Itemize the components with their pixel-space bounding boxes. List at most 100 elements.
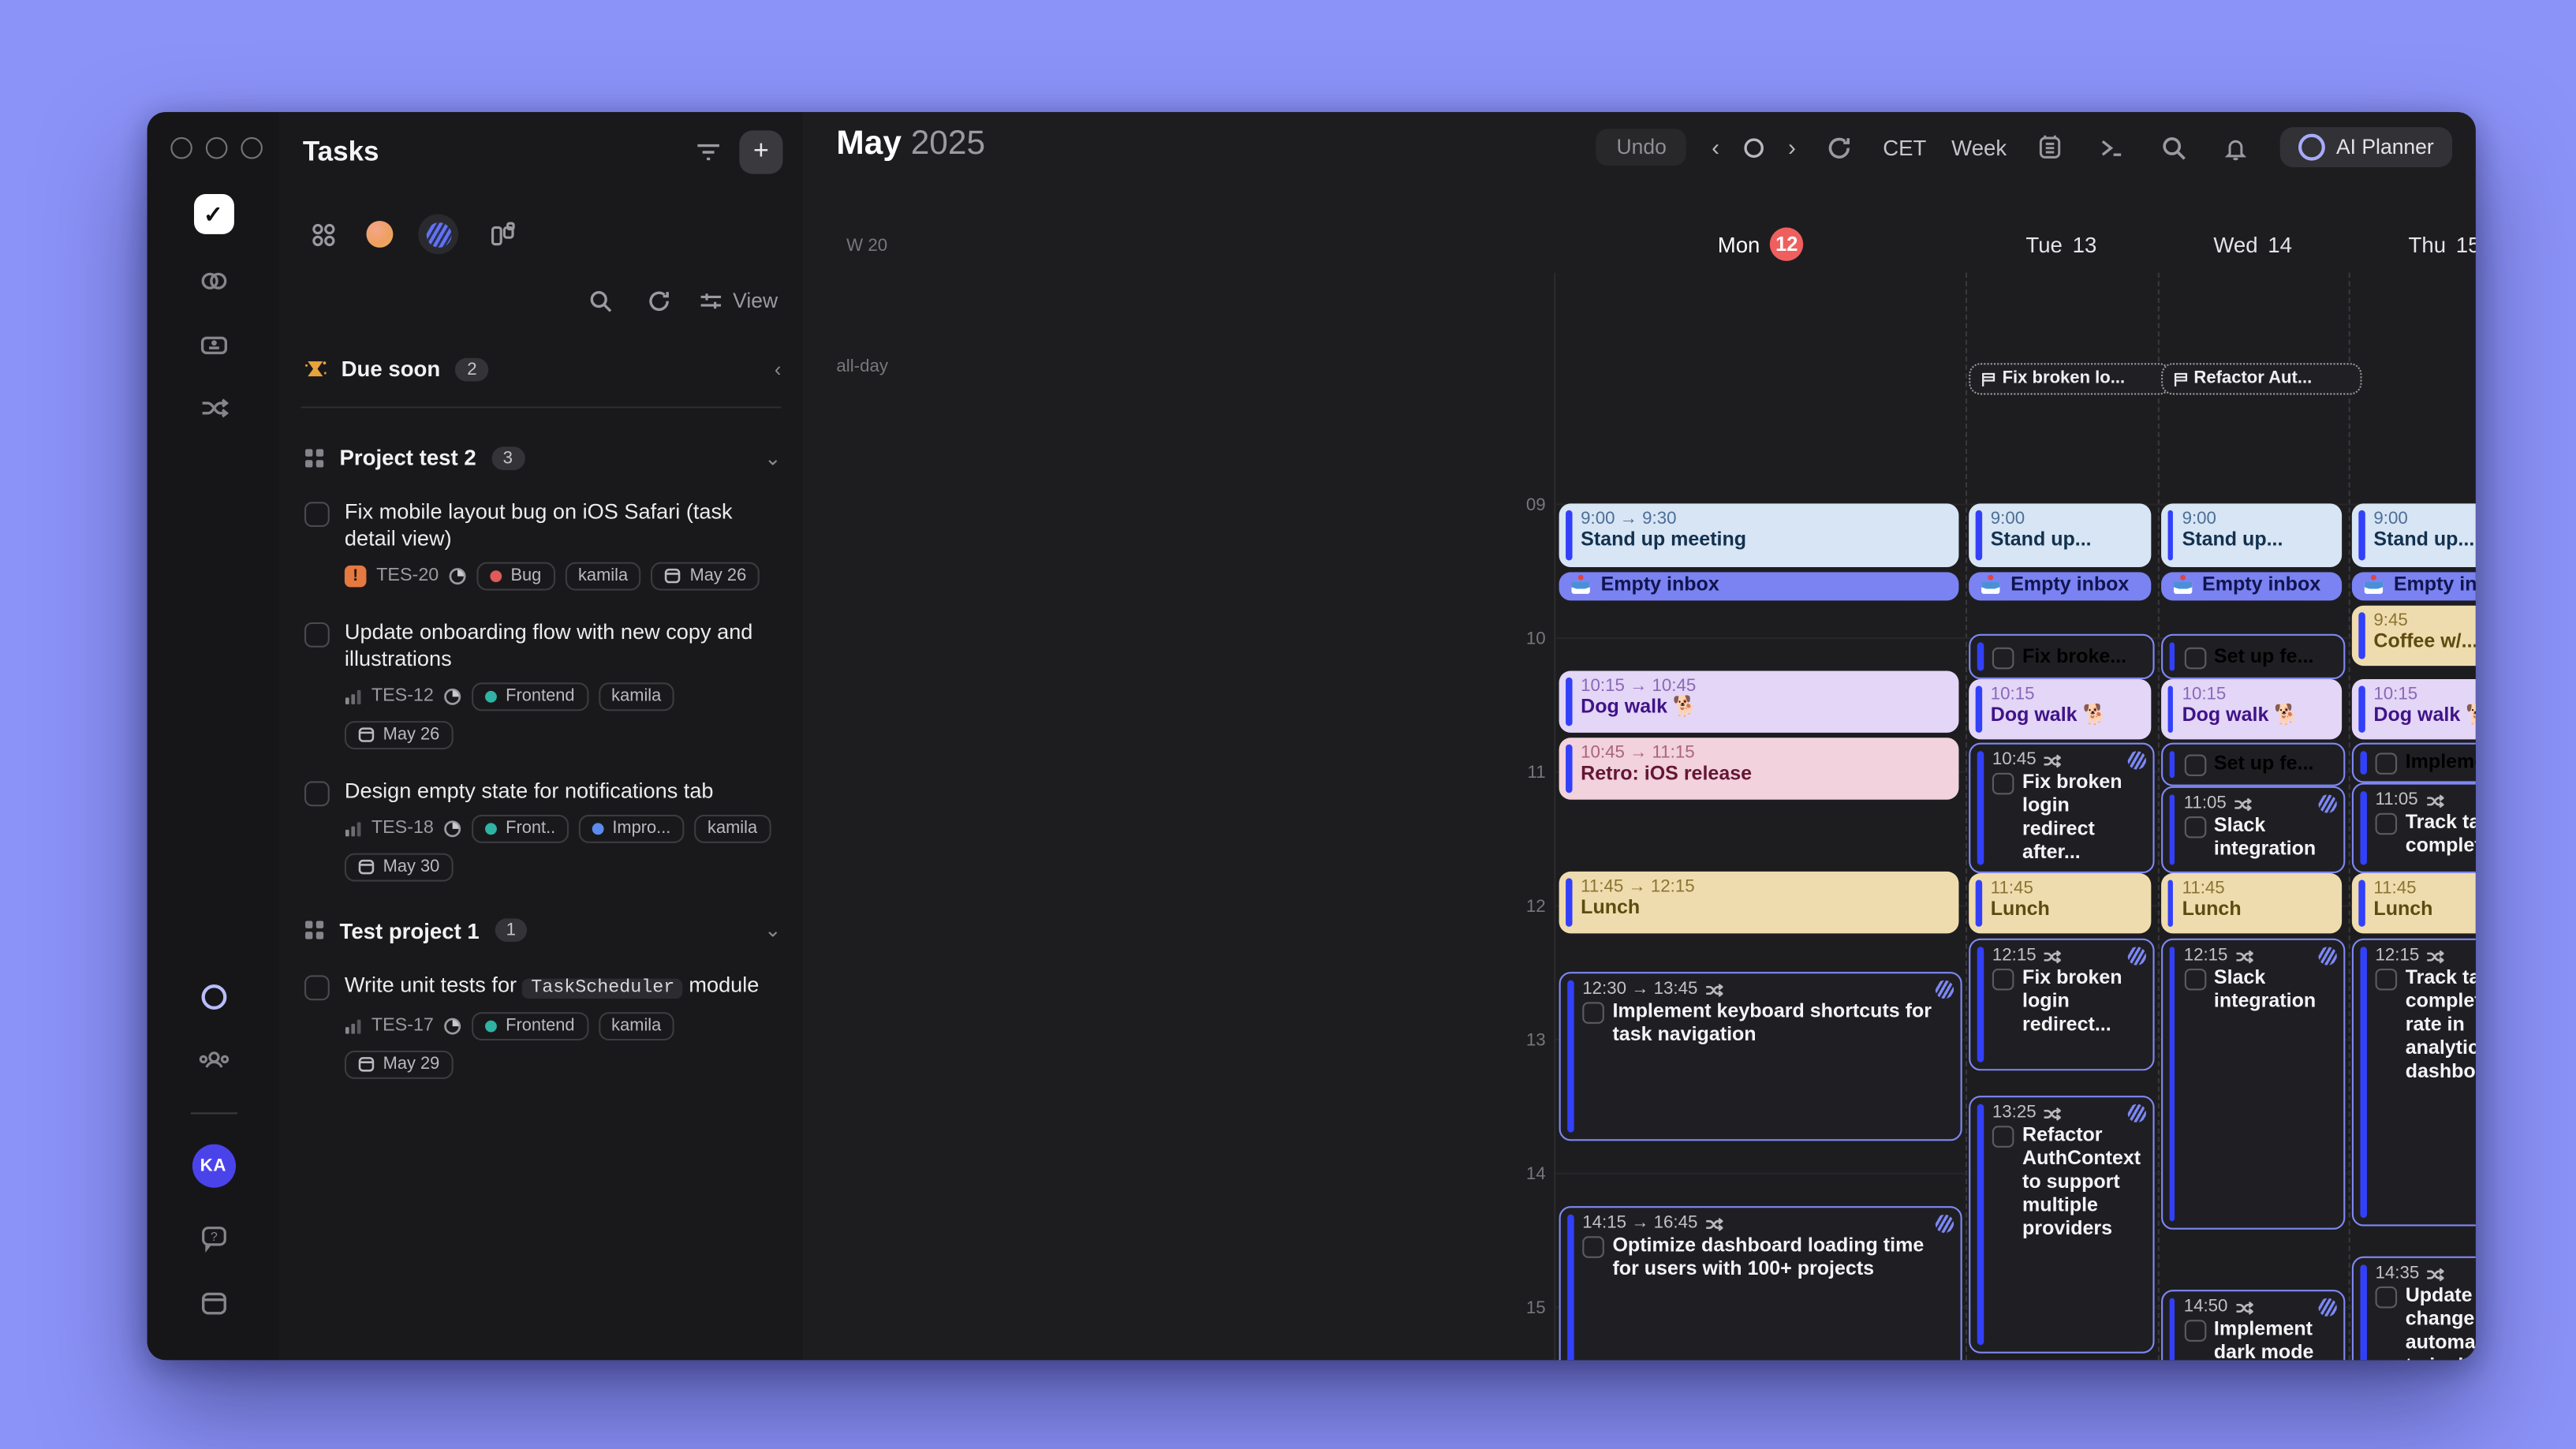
- day-header-thu[interactable]: Thu15: [2349, 226, 2476, 263]
- ai-planner-button[interactable]: AI Planner: [2279, 127, 2452, 167]
- timezone-label[interactable]: CET: [1883, 135, 1926, 160]
- workspace-linear-logo[interactable]: [418, 214, 458, 254]
- calendar-event[interactable]: 11:45Lunch: [2352, 873, 2476, 933]
- due-date-tag[interactable]: May 30: [345, 853, 453, 881]
- event-checkbox[interactable]: [2184, 1320, 2206, 1342]
- help-icon[interactable]: ?: [192, 1216, 235, 1260]
- task-row[interactable]: Design empty state for notifications tab…: [279, 778, 803, 881]
- section-header[interactable]: Project test 23⌄: [279, 445, 803, 470]
- task-event[interactable]: 12:15Track task completion rate in analy…: [2352, 939, 2476, 1227]
- calendar-event[interactable]: 9:00Stand up...: [2160, 503, 2342, 567]
- calendar-event[interactable]: 10:15 → 10:45Dog walk 🐕: [1559, 670, 1959, 732]
- minimize-window-icon[interactable]: [206, 137, 228, 159]
- today-circle-icon[interactable]: [1743, 136, 1765, 159]
- refresh-icon[interactable]: [1821, 129, 1858, 166]
- calendar-event[interactable]: Empty inbox: [1559, 572, 1959, 600]
- task-event[interactable]: 11:05Track task completi...: [2352, 783, 2476, 874]
- task-checkbox[interactable]: [304, 622, 330, 648]
- calendar-event[interactable]: 10:15Dog walk 🐕: [2352, 679, 2476, 739]
- task-event[interactable]: 14:15 → 16:45Optimize dashboard loading …: [1559, 1206, 1962, 1360]
- task-row[interactable]: Fix mobile layout bug on iOS Safari (tas…: [279, 499, 803, 591]
- calendar-event[interactable]: 10:15Dog walk 🐕: [2160, 679, 2342, 739]
- day-header-mon[interactable]: Mon12: [1555, 226, 1966, 263]
- event-checkbox[interactable]: [1582, 1002, 1604, 1024]
- status-ring-icon[interactable]: [192, 975, 235, 1018]
- label-tag[interactable]: Frontend: [472, 682, 588, 711]
- task-checkbox[interactable]: [304, 502, 330, 527]
- calendar-event[interactable]: 9:00Stand up...: [1969, 503, 2150, 567]
- task-event[interactable]: Set up fe...: [2160, 634, 2345, 679]
- task-event[interactable]: 13:25Refactor AuthContext to support mul…: [1969, 1096, 2153, 1354]
- view-button[interactable]: View: [700, 289, 778, 313]
- integrations-link-icon[interactable]: [192, 260, 235, 303]
- terminal-icon[interactable]: [2093, 129, 2130, 166]
- avatar[interactable]: KA: [192, 1145, 235, 1188]
- event-checkbox[interactable]: [2184, 647, 2206, 669]
- due-date-tag[interactable]: May 29: [345, 1050, 453, 1078]
- task-event[interactable]: Impleme...: [2352, 743, 2476, 783]
- close-window-icon[interactable]: [170, 137, 192, 159]
- calendar-event[interactable]: Empty inbox: [1969, 572, 2150, 600]
- chevron-down-icon[interactable]: ⌄: [764, 446, 781, 469]
- section-header[interactable]: Test project 11⌄: [279, 918, 803, 943]
- section-header[interactable]: Due soon2‹: [279, 357, 803, 382]
- event-checkbox[interactable]: [2184, 754, 2206, 776]
- task-checkbox[interactable]: [304, 781, 330, 806]
- team-people-icon[interactable]: [192, 1039, 235, 1082]
- label-tag[interactable]: Impro...: [579, 815, 684, 843]
- assignee-tag[interactable]: kamila: [598, 1011, 674, 1040]
- task-event[interactable]: Set up fe...: [2160, 743, 2345, 786]
- task-row[interactable]: Update onboarding flow with new copy and…: [279, 619, 803, 749]
- event-checkbox[interactable]: [2184, 816, 2206, 838]
- task-checkbox[interactable]: [304, 975, 330, 1000]
- calendar-event[interactable]: 11:45Lunch: [1969, 873, 2150, 933]
- workspace-avatar-orange[interactable]: [366, 221, 393, 248]
- tasks-app-icon[interactable]: ✓: [192, 192, 235, 236]
- event-checkbox[interactable]: [2376, 813, 2398, 835]
- undo-button[interactable]: Undo: [1596, 129, 1686, 166]
- task-event[interactable]: 14:50Implement dark mode toggle in user …: [2160, 1290, 2345, 1360]
- event-checkbox[interactable]: [1992, 969, 2014, 991]
- event-checkbox[interactable]: [1992, 1126, 2014, 1148]
- assignee-tag[interactable]: kamila: [598, 682, 674, 711]
- task-row[interactable]: Write unit tests for TaskScheduler modul…: [279, 972, 803, 1078]
- next-week-icon[interactable]: ›: [1788, 134, 1796, 161]
- view-selector[interactable]: Week: [1951, 135, 2007, 160]
- task-event[interactable]: 14:35Update changelog automation to incl…: [2352, 1257, 2476, 1360]
- calendar-event[interactable]: Empty inbox: [2160, 572, 2342, 600]
- due-date-tag[interactable]: May 26: [651, 562, 760, 591]
- event-checkbox[interactable]: [2184, 969, 2206, 991]
- event-checkbox[interactable]: [2376, 1287, 2398, 1309]
- search-icon[interactable]: [2156, 129, 2193, 166]
- calendar-event[interactable]: 10:15Dog walk 🐕: [1969, 679, 2150, 739]
- calendar-event[interactable]: 10:45 → 11:15Retro: iOS release: [1559, 738, 1959, 799]
- label-tag[interactable]: Bug: [477, 562, 554, 591]
- assignee-tag[interactable]: kamila: [694, 815, 771, 843]
- calendar-event[interactable]: 11:45 → 12:15Lunch: [1559, 872, 1959, 933]
- day-header-wed[interactable]: Wed14: [2157, 226, 2349, 263]
- add-task-button[interactable]: +: [739, 130, 782, 174]
- window-controls[interactable]: [170, 137, 263, 159]
- allday-event[interactable]: Refactor Aut...: [2160, 363, 2362, 394]
- prev-week-icon[interactable]: ‹: [1712, 134, 1719, 161]
- calendar-event[interactable]: Empty inbox: [2352, 572, 2476, 600]
- board-kanban-icon[interactable]: [483, 216, 521, 253]
- sync-icon[interactable]: [641, 282, 678, 319]
- event-checkbox[interactable]: [1582, 1236, 1604, 1258]
- calendar-event[interactable]: 11:45Lunch: [2160, 873, 2342, 933]
- event-checkbox[interactable]: [1992, 647, 2014, 669]
- calendar-event[interactable]: 9:00Stand up...: [2352, 503, 2476, 567]
- zoom-window-icon[interactable]: [241, 137, 263, 159]
- search-icon[interactable]: [582, 282, 619, 319]
- task-event[interactable]: 10:45Fix broken login redirect after...: [1969, 743, 2153, 873]
- event-checkbox[interactable]: [1992, 773, 2014, 795]
- task-event[interactable]: Fix broke...: [1969, 634, 2153, 679]
- inbox-tray-icon[interactable]: [192, 323, 235, 366]
- agenda-icon[interactable]: [2032, 129, 2069, 166]
- calendar-app-icon[interactable]: [192, 1282, 235, 1325]
- task-event[interactable]: 12:15Slack integration: [2160, 939, 2345, 1230]
- task-event[interactable]: 12:15Fix broken login redirect...: [1969, 939, 2153, 1071]
- calendar-event[interactable]: 9:00 → 9:30Stand up meeting: [1559, 503, 1959, 567]
- shuffle-icon[interactable]: [192, 387, 235, 430]
- assignee-tag[interactable]: kamila: [565, 562, 641, 591]
